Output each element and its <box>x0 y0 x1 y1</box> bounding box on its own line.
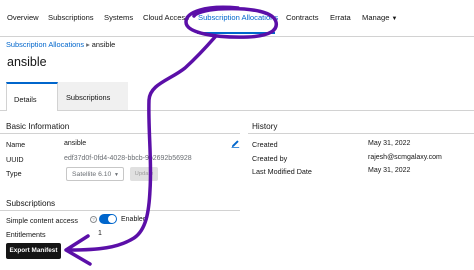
active-nav-indicator <box>197 32 275 34</box>
breadcrumb-separator: ▸ <box>86 40 90 49</box>
name-label: Name <box>6 140 26 149</box>
type-select-value: Satellite 6.10 <box>72 171 112 178</box>
created-by-label: Created by <box>252 154 288 163</box>
update-type-button[interactable]: Update <box>130 167 158 181</box>
breadcrumb-current: ansible <box>91 40 116 49</box>
uuid-value: edf37d0f-0fd4-4028-bbcb-9b2692b56928 <box>64 155 192 162</box>
created-by-value: rajesh@scmgalaxy.com <box>368 154 442 161</box>
nav-manage-label: Manage <box>362 13 390 22</box>
created-value: May 31, 2022 <box>368 140 411 147</box>
top-nav: Overview Subscriptions Systems Cloud Acc… <box>0 0 474 37</box>
simple-content-label: Simple content access <box>6 216 78 225</box>
modified-label: Last Modified Date <box>252 167 312 176</box>
breadcrumb-parent-link[interactable]: Subscription Allocations <box>6 40 84 49</box>
export-manifest-button[interactable]: Export Manifest <box>6 243 61 259</box>
breadcrumb: Subscription Allocations ▸ ansible <box>6 40 115 49</box>
simple-content-state: Enabled <box>121 216 147 223</box>
nav-manage[interactable]: Manage ▼ <box>362 13 397 22</box>
nav-cloud-access[interactable]: Cloud Access <box>143 13 189 22</box>
nav-overview[interactable]: Overview <box>7 13 39 22</box>
tab-subscriptions[interactable]: Subscriptions <box>58 82 128 110</box>
subscriptions-divider <box>0 210 240 211</box>
nav-systems[interactable]: Systems <box>104 13 133 22</box>
simple-content-toggle[interactable] <box>99 214 117 224</box>
basic-info-divider <box>0 133 240 134</box>
annotation-arrowhead <box>64 234 92 266</box>
name-value: ansible <box>64 140 87 147</box>
basic-info-heading: Basic Information <box>6 122 70 131</box>
entitlements-value: 1 <box>98 230 102 237</box>
type-label: Type <box>6 169 22 178</box>
uuid-label: UUID <box>6 155 24 164</box>
history-divider <box>248 133 474 134</box>
question-circle-icon[interactable]: ? <box>90 216 97 223</box>
modified-value: May 31, 2022 <box>368 167 411 174</box>
tab-bar: Details Subscriptions <box>0 82 474 111</box>
page-title: ansible <box>7 55 47 69</box>
caret-down-icon: ▼ <box>114 172 119 178</box>
type-select[interactable]: Satellite 6.10 ▼ <box>66 167 124 181</box>
nav-subscriptions[interactable]: Subscriptions <box>48 13 94 22</box>
nav-subscription-allocations[interactable]: Subscription Allocations <box>198 13 278 22</box>
entitlements-label: Entitlements <box>6 230 46 239</box>
subscriptions-heading: Subscriptions <box>6 199 56 208</box>
history-heading: History <box>252 122 278 131</box>
toggle-knob <box>108 215 116 223</box>
tab-details[interactable]: Details <box>6 82 58 111</box>
created-label: Created <box>252 140 278 149</box>
nav-errata[interactable]: Errata <box>330 13 351 22</box>
caret-down-icon: ▼ <box>391 16 398 22</box>
nav-contracts[interactable]: Contracts <box>286 13 319 22</box>
pencil-icon[interactable] <box>231 139 240 148</box>
